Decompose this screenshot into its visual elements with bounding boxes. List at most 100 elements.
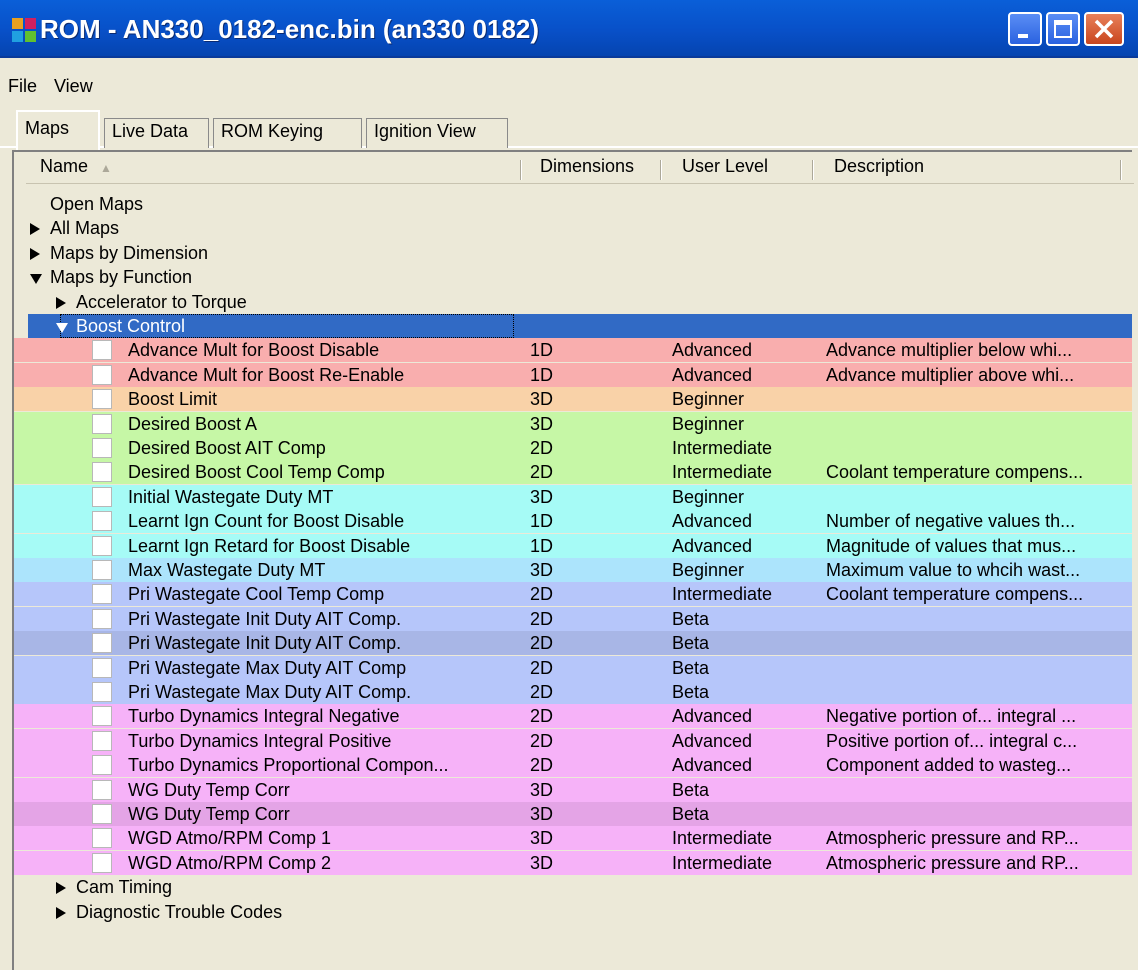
- map-checkbox[interactable]: [92, 706, 112, 727]
- map-checkbox[interactable]: [92, 730, 112, 751]
- map-row[interactable]: Desired Boost A 3D Beginner: [14, 411, 1132, 436]
- map-checkbox[interactable]: [92, 389, 112, 410]
- map-description: Positive portion of... integral c...: [826, 730, 1078, 751]
- map-checkbox[interactable]: [92, 755, 112, 776]
- tab-maps[interactable]: Maps: [16, 110, 100, 150]
- column-divider[interactable]: [812, 160, 814, 180]
- map-description: Advance multiplier above whi...: [826, 364, 1075, 385]
- map-checkbox[interactable]: [92, 511, 112, 532]
- map-row[interactable]: Advance Mult for Boost Disable 1D Advanced…: [14, 338, 1132, 363]
- map-row[interactable]: WG Duty Temp Corr 3D Beta: [14, 802, 1132, 826]
- tab-ignition-view[interactable]: Ignition View: [366, 118, 508, 148]
- map-row[interactable]: WG Duty Temp Corr 3D Beta: [14, 777, 1132, 802]
- tree-node[interactable]: Cam Timing: [28, 875, 1132, 899]
- maximize-button[interactable]: [1046, 12, 1080, 46]
- map-checkbox[interactable]: [92, 779, 112, 800]
- map-checkbox[interactable]: [92, 584, 112, 605]
- map-dimensions: 3D: [530, 413, 554, 434]
- map-dimensions: 3D: [530, 560, 554, 580]
- minimize-button[interactable]: [1008, 12, 1042, 46]
- map-name: Learnt Ign Count for Boost Disable: [128, 511, 405, 532]
- map-dimensions: 1D: [530, 364, 554, 385]
- map-checkbox[interactable]: [92, 682, 112, 702]
- map-row[interactable]: Learnt Ign Count for Boost Disable 1D Adva…: [14, 509, 1132, 534]
- map-checkbox[interactable]: [92, 608, 112, 629]
- map-row[interactable]: WGD Atmo/RPM Comp 2 3D Intermediate Atmosph…: [14, 850, 1132, 875]
- map-row[interactable]: Advance Mult for Boost Re-Enable 1D Advanc…: [14, 362, 1132, 387]
- map-row[interactable]: Pri Wastegate Init Duty AIT Comp. 2D Beta: [14, 606, 1132, 631]
- map-checkbox[interactable]: [92, 535, 112, 556]
- expand-down-icon[interactable]: [30, 274, 42, 285]
- column-name[interactable]: Name ▲: [40, 156, 112, 182]
- map-checkbox[interactable]: [92, 804, 112, 824]
- maximize-icon: [1054, 20, 1072, 38]
- map-row[interactable]: Pri Wastegate Max Duty AIT Comp 2D Beta: [14, 655, 1132, 680]
- map-user-level: Advanced: [672, 364, 753, 385]
- map-row[interactable]: Initial Wastegate Duty MT 3D Beginner: [14, 484, 1132, 509]
- tab-rom-keying[interactable]: ROM Keying: [213, 118, 362, 148]
- tree-node[interactable]: Maps by Dimension: [28, 241, 1132, 265]
- column-user-level[interactable]: User Level: [682, 156, 768, 182]
- tree-node[interactable]: All Maps: [28, 216, 1132, 240]
- tree-node[interactable]: Boost Control: [28, 314, 1132, 338]
- tree-node[interactable]: Open Maps: [28, 192, 1132, 216]
- column-divider[interactable]: [520, 160, 522, 180]
- expand-right-icon[interactable]: [30, 223, 40, 236]
- map-row[interactable]: Boost Limit 3D Beginner: [14, 387, 1132, 412]
- map-user-level: Intermediate: [672, 828, 773, 849]
- map-checkbox[interactable]: [92, 364, 112, 385]
- map-row[interactable]: Pri Wastegate Cool Temp Comp 2D Intermedia…: [14, 582, 1132, 607]
- map-checkbox[interactable]: [92, 657, 112, 678]
- map-dimensions: 1D: [530, 511, 554, 532]
- map-dimensions: 3D: [530, 389, 554, 410]
- map-checkbox[interactable]: [92, 462, 112, 483]
- tree-node[interactable]: Accelerator to Torque: [28, 290, 1132, 314]
- map-user-level: Advanced: [672, 706, 753, 727]
- map-row[interactable]: Desired Boost AIT Comp 2D Intermediate: [14, 436, 1132, 460]
- map-checkbox[interactable]: [92, 340, 112, 361]
- map-checkbox[interactable]: [92, 852, 112, 873]
- map-user-level: Intermediate: [672, 438, 773, 458]
- column-description[interactable]: Description: [834, 156, 924, 182]
- map-row[interactable]: Max Wastegate Duty MT 3D Beginner Maximum v…: [14, 558, 1132, 582]
- tree-node[interactable]: Diagnostic Trouble Codes: [28, 900, 1132, 924]
- map-row[interactable]: Turbo Dynamics Integral Positive 2D Advanc…: [14, 728, 1132, 753]
- map-row[interactable]: Turbo Dynamics Proportional Compon... 2D A…: [14, 753, 1132, 778]
- menu-file[interactable]: File: [8, 76, 37, 97]
- map-description: Negative portion of... integral ...: [826, 706, 1077, 727]
- map-row[interactable]: Learnt Ign Retard for Boost Disable 1D Adv…: [14, 533, 1132, 558]
- expand-right-icon[interactable]: [56, 906, 66, 919]
- map-dimensions: 2D: [530, 755, 554, 776]
- map-dimensions: 3D: [530, 828, 554, 849]
- map-row[interactable]: Pri Wastegate Init Duty AIT Comp. 2D Beta: [14, 631, 1132, 656]
- tree-node[interactable]: Maps by Function: [28, 265, 1132, 289]
- expand-right-icon[interactable]: [56, 882, 66, 895]
- map-checkbox[interactable]: [92, 486, 112, 507]
- map-checkbox[interactable]: [92, 438, 112, 458]
- map-row[interactable]: Pri Wastegate Max Duty AIT Comp. 2D Beta: [14, 680, 1132, 704]
- close-button[interactable]: [1084, 12, 1124, 46]
- tree-node-label: Accelerator to Torque: [76, 291, 247, 312]
- column-divider[interactable]: [660, 160, 662, 180]
- column-header: Name ▲ Dimensions User Level Description: [26, 154, 1134, 184]
- map-name: Turbo Dynamics Integral Negative: [128, 706, 400, 727]
- map-checkbox[interactable]: [92, 413, 112, 434]
- expand-right-icon[interactable]: [56, 296, 66, 309]
- map-row[interactable]: Turbo Dynamics Integral Negative 2D Advanc…: [14, 704, 1132, 729]
- column-dimensions[interactable]: Dimensions: [540, 156, 634, 182]
- map-checkbox[interactable]: [92, 828, 112, 849]
- map-checkbox[interactable]: [92, 633, 112, 654]
- tab-live-data[interactable]: Live Data: [104, 118, 209, 148]
- expand-down-icon[interactable]: [56, 323, 68, 333]
- map-user-level: Beta: [672, 608, 710, 629]
- expand-right-icon[interactable]: [30, 247, 40, 260]
- menu-view[interactable]: View: [54, 76, 93, 97]
- map-row[interactable]: Desired Boost Cool Temp Comp 2D Intermedia…: [14, 460, 1132, 485]
- window-title: ROM - AN330_0182-enc.bin (an330 0182): [40, 14, 540, 44]
- map-checkbox[interactable]: [92, 560, 112, 580]
- map-row[interactable]: WGD Atmo/RPM Comp 1 3D Intermediate Atmosph…: [14, 826, 1132, 851]
- column-divider[interactable]: [1120, 160, 1122, 180]
- map-user-level: Beta: [672, 804, 710, 824]
- title-bar[interactable]: ROM - AN330_0182-enc.bin (an330 0182): [0, 0, 1138, 58]
- map-dimensions: 2D: [530, 633, 554, 654]
